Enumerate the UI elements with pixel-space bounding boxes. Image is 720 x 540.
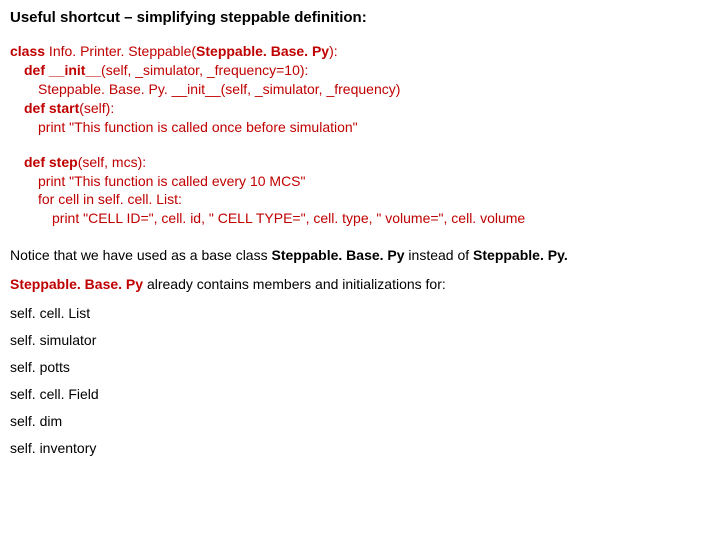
keyword-def: def start <box>24 100 79 116</box>
code-line: def __init__(self, _simulator, _frequenc… <box>10 61 710 80</box>
code-line: class Info. Printer. Steppable(Steppable… <box>10 42 710 61</box>
code-line: Steppable. Base. Py. __init__(self, _sim… <box>10 80 710 99</box>
code-line: print "This function is called once befo… <box>10 118 710 137</box>
member-item: self. inventory <box>10 439 710 458</box>
code-block-2: def step(self, mcs): print "This functio… <box>10 153 710 229</box>
code-line: print "This function is called every 10 … <box>10 172 710 191</box>
member-item: self. dim <box>10 412 710 431</box>
class-name: Steppable. Py. <box>473 247 568 263</box>
page-title: Useful shortcut – simplifying steppable … <box>10 8 710 28</box>
code-text: ): <box>329 43 338 59</box>
members-intro: Steppable. Base. Py already contains mem… <box>10 275 710 294</box>
text: already contains members and initializat… <box>143 276 446 292</box>
code-text: (self, mcs): <box>78 154 146 170</box>
keyword-def: def step <box>24 154 78 170</box>
code-line: def step(self, mcs): <box>10 153 710 172</box>
base-class-name: Steppable. Base. Py <box>196 43 329 59</box>
member-item: self. cell. List <box>10 304 710 323</box>
text: instead of <box>405 247 474 263</box>
code-block-1: class Info. Printer. Steppable(Steppable… <box>10 42 710 136</box>
notice-paragraph: Notice that we have used as a base class… <box>10 246 710 265</box>
class-name: Steppable. Base. Py <box>10 276 143 292</box>
code-line: for cell in self. cell. List: <box>10 190 710 209</box>
member-item: self. cell. Field <box>10 385 710 404</box>
keyword-def: def __init__ <box>24 62 101 78</box>
code-line: print "CELL ID=", cell. id, " CELL TYPE=… <box>10 209 710 228</box>
member-item: self. potts <box>10 358 710 377</box>
keyword-class: class <box>10 43 45 59</box>
text: Notice that we have used as a base class <box>10 247 271 263</box>
code-line: def start(self): <box>10 99 710 118</box>
code-text: Info. Printer. Steppable( <box>45 43 196 59</box>
member-item: self. simulator <box>10 331 710 350</box>
code-text: (self, _simulator, _frequency=10): <box>101 62 308 78</box>
class-name: Steppable. Base. Py <box>271 247 404 263</box>
code-text: (self): <box>79 100 114 116</box>
